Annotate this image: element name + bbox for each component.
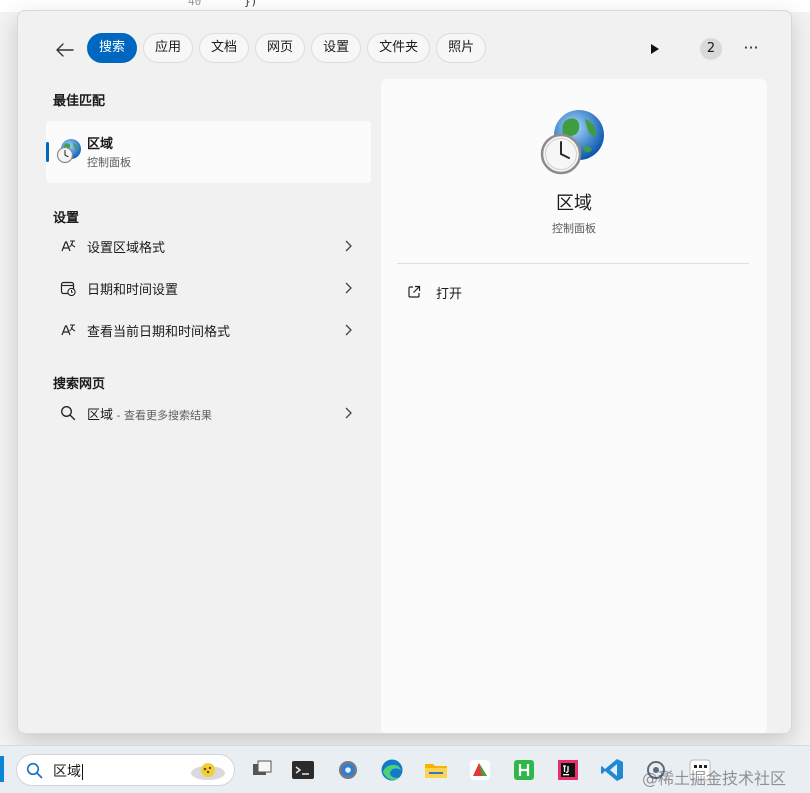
more-filters-button[interactable] [646,40,664,58]
best-match-title: 区域 [87,137,114,152]
tab-documents[interactable]: 文档 [199,33,250,63]
best-match-heading: 最佳匹配 [53,94,106,109]
filter-bar: 搜索 应用 文档 网页 设置 文件夹 照片 2 ··· [18,33,791,65]
open-external-icon [408,285,421,298]
globe-clock-icon [539,107,609,177]
app-icon[interactable] [467,757,493,783]
preview-title: 区域 [556,193,592,214]
web-search-query: 区域 [87,408,114,423]
divider [397,263,749,264]
calendar-clock-icon [60,281,76,296]
arrow-left-icon [56,43,74,57]
settings-item-date-time[interactable]: 日期和时间设置 [46,268,371,308]
tab-apps[interactable]: 应用 [143,33,194,63]
taskbar: 区域 @稀土掘金技术社区 [0,745,810,793]
watermark: @稀土掘金技术社区 [642,769,787,788]
chevron-right-icon [345,324,352,336]
search-icon [61,406,76,421]
play-icon [651,44,659,54]
back-button[interactable] [52,37,78,63]
taskbar-edge-indicator [0,756,4,782]
terminal-icon[interactable] [290,757,316,783]
open-label: 打开 [436,287,463,302]
chevron-right-icon [345,240,352,252]
more-options-button[interactable]: ··· [738,35,764,61]
globe-clock-icon [56,138,82,164]
best-match-item[interactable]: 区域 控制面板 [46,121,371,183]
tab-folders[interactable]: 文件夹 [367,33,431,63]
points-badge[interactable]: 2 [700,38,722,60]
search-icon [26,762,43,779]
selection-indicator [46,142,49,162]
hbuilder-icon[interactable] [511,757,537,783]
settings-item-label: 查看当前日期和时间格式 [87,325,231,340]
edge-icon[interactable] [379,757,405,783]
search-flyout: 搜索 应用 文档 网页 设置 文件夹 照片 2 ··· 最佳匹配 区域 控制面板… [17,10,792,734]
web-search-hint: - 查看更多搜索结果 [113,409,212,422]
chevron-right-icon [345,407,352,419]
region-format-icon [61,240,76,252]
settings-item-label: 设置区域格式 [87,241,166,256]
best-match-subtitle: 控制面板 [87,156,131,169]
settings-heading: 设置 [53,211,80,226]
preview-subtitle: 控制面板 [552,222,596,235]
settings-item-label: 日期和时间设置 [87,283,179,298]
settings-item-region-format[interactable]: 设置区域格式 [46,226,371,266]
settings-item-view-format[interactable]: 查看当前日期和时间格式 [46,310,371,350]
taskbar-search-box[interactable]: 区域 [16,754,235,786]
filter-tabs: 搜索 应用 文档 网页 设置 文件夹 照片 [87,33,487,63]
web-search-item[interactable]: 区域 - 查看更多搜索结果 [46,393,371,433]
tab-search[interactable]: 搜索 [87,33,138,63]
settings-gear-icon[interactable] [335,757,361,783]
web-search-label: 区域 - 查看更多搜索结果 [87,404,212,423]
tab-web[interactable]: 网页 [255,33,306,63]
chevron-right-icon [345,282,352,294]
code-text: }) [244,0,258,8]
file-explorer-icon[interactable] [423,757,449,783]
search-highlight-icon [191,763,225,780]
tab-settings[interactable]: 设置 [311,33,362,63]
region-format-icon [61,324,76,336]
vscode-icon[interactable] [599,757,625,783]
taskbar-search-value: 区域 [53,764,83,780]
intellij-icon[interactable] [555,757,581,783]
web-search-heading: 搜索网页 [53,377,106,392]
line-number: 40 [188,0,202,8]
tab-photos[interactable]: 照片 [436,33,487,63]
task-view-icon[interactable] [249,757,275,783]
preview-pane: 区域 控制面板 打开 [381,79,767,733]
